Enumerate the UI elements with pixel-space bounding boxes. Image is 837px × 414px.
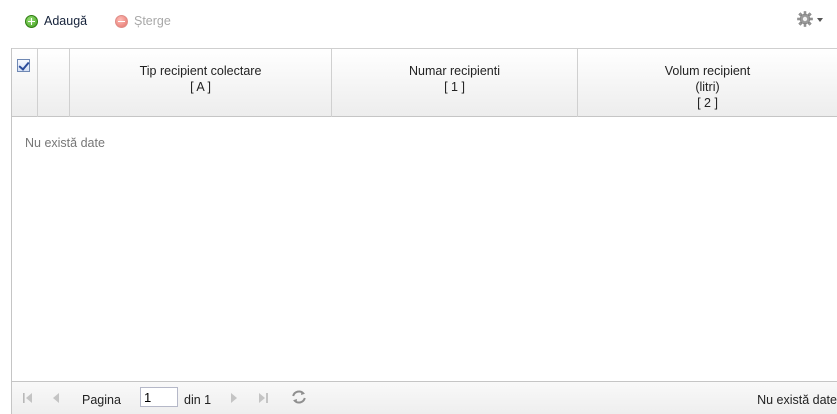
chevron-down-icon (817, 18, 823, 22)
column-code: [ 1 ] (444, 80, 465, 94)
column-header-tip-recipient[interactable]: Tip recipient colectare [ A ] (70, 49, 332, 117)
toolbar: Adaugă Șterge (0, 0, 837, 38)
page-label: Pagina (82, 393, 121, 407)
add-icon (25, 14, 38, 28)
column-title: Numar recipienti (408, 64, 500, 78)
delete-button[interactable]: Șterge (115, 12, 171, 30)
gear-icon (797, 11, 813, 27)
last-page-icon[interactable] (258, 392, 268, 407)
add-button-label: Adaugă (44, 14, 88, 28)
data-grid: Tip recipient colectare [ A ] Numar reci… (11, 48, 837, 381)
first-page-icon[interactable] (23, 392, 33, 407)
grid-header: Tip recipient colectare [ A ] Numar reci… (12, 48, 837, 117)
empty-message: Nu există date (25, 136, 105, 150)
column-header-numar-recipienti[interactable]: Numar recipienti [ 1 ] (332, 49, 578, 117)
header-row-selector-cell (38, 49, 70, 117)
add-button[interactable]: Adaugă (25, 12, 87, 30)
header-select-all-cell (12, 49, 38, 117)
paging-status: Nu există date (757, 393, 837, 407)
refresh-icon[interactable] (290, 388, 308, 409)
column-title: Volum recipient (664, 64, 751, 78)
select-all-checkbox[interactable] (17, 59, 30, 72)
page-count-label: din 1 (184, 393, 212, 407)
delete-icon (115, 14, 128, 28)
column-title: Tip recipient colectare (139, 64, 262, 78)
column-header-volum-recipient[interactable]: Volum recipient (litri) [ 2 ] (578, 49, 837, 117)
paging-toolbar: Pagina din 1 Nu există date (11, 381, 837, 414)
page-number-input[interactable] (140, 387, 178, 407)
settings-menu-button[interactable] (797, 11, 823, 27)
column-code: [ A ] (190, 80, 211, 94)
delete-button-label: Șterge (134, 14, 171, 28)
column-code: [ 2 ] (697, 96, 718, 110)
column-subtitle: (litri) (695, 80, 720, 94)
previous-page-icon[interactable] (52, 392, 60, 407)
next-page-icon[interactable] (230, 392, 238, 407)
